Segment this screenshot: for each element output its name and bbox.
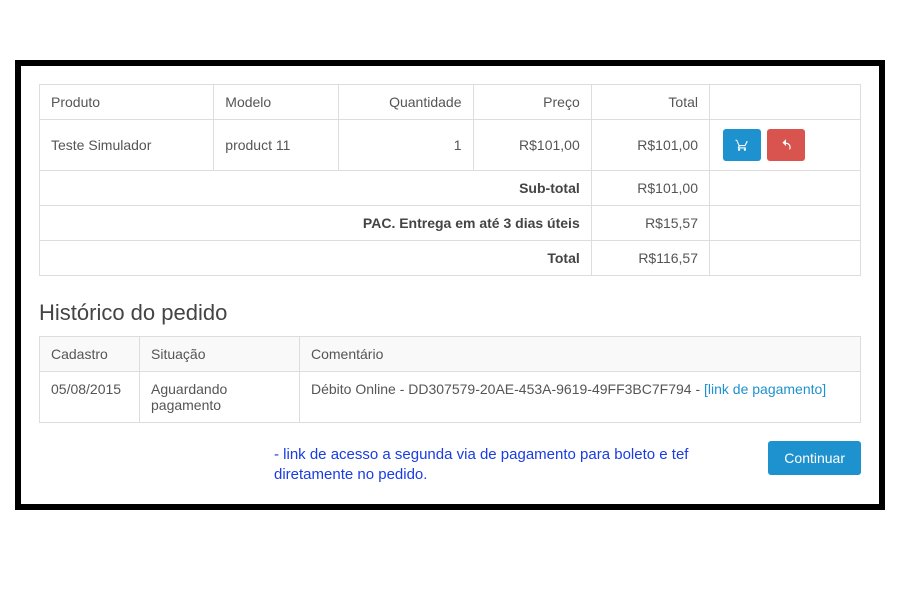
continue-button[interactable]: Continuar xyxy=(768,441,861,475)
comment-text: Débito Online - DD307579-20AE-453A-9619-… xyxy=(311,381,704,397)
col-preco: Preço xyxy=(473,85,591,120)
subtotal-row: Sub-total R$101,00 xyxy=(40,171,861,206)
col-actions xyxy=(710,85,861,120)
undo-icon xyxy=(778,138,794,152)
history-header-row: Cadastro Situação Comentário xyxy=(40,337,861,372)
history-table: Cadastro Situação Comentário 05/08/2015 … xyxy=(39,336,861,423)
annotation-text: - link de acesso a segunda via de pagame… xyxy=(274,445,704,486)
cell-total: R$101,00 xyxy=(591,120,709,171)
cell-preco: R$101,00 xyxy=(473,120,591,171)
subtotal-label: Sub-total xyxy=(40,171,592,206)
shipping-value: R$15,57 xyxy=(591,206,709,241)
cell-quantidade: 1 xyxy=(338,120,473,171)
cell-actions xyxy=(710,120,861,171)
col-comentario: Comentário xyxy=(300,337,861,372)
product-row: Teste Simulador product 11 1 R$101,00 R$… xyxy=(40,120,861,171)
total-row: Total R$116,57 xyxy=(40,241,861,276)
shipping-row: PAC. Entrega em até 3 dias úteis R$15,57 xyxy=(40,206,861,241)
col-quantidade: Quantidade xyxy=(338,85,473,120)
col-modelo: Modelo xyxy=(214,85,338,120)
history-title: Histórico do pedido xyxy=(39,300,861,326)
subtotal-value: R$101,00 xyxy=(591,171,709,206)
history-row: 05/08/2015 Aguardando pagamento Débito O… xyxy=(40,372,861,423)
cell-produto: Teste Simulador xyxy=(40,120,214,171)
order-panel: Produto Modelo Quantidade Preço Total Te… xyxy=(15,60,885,510)
products-header-row: Produto Modelo Quantidade Preço Total xyxy=(40,85,861,120)
cell-modelo: product 11 xyxy=(214,120,338,171)
payment-link[interactable]: [link de pagamento] xyxy=(704,381,826,397)
shipping-label: PAC. Entrega em até 3 dias úteis xyxy=(40,206,592,241)
reorder-button[interactable] xyxy=(723,129,761,161)
total-value: R$116,57 xyxy=(591,241,709,276)
col-produto: Produto xyxy=(40,85,214,120)
cell-situacao: Aguardando pagamento xyxy=(140,372,300,423)
products-table: Produto Modelo Quantidade Preço Total Te… xyxy=(39,84,861,276)
cart-icon xyxy=(734,138,750,152)
col-cadastro: Cadastro xyxy=(40,337,140,372)
cell-cadastro: 05/08/2015 xyxy=(40,372,140,423)
cell-comentario: Débito Online - DD307579-20AE-453A-9619-… xyxy=(300,372,861,423)
total-label: Total xyxy=(40,241,592,276)
col-total: Total xyxy=(591,85,709,120)
col-situacao: Situação xyxy=(140,337,300,372)
return-button[interactable] xyxy=(767,129,805,161)
footer-row: - link de acesso a segunda via de pagame… xyxy=(39,441,861,486)
